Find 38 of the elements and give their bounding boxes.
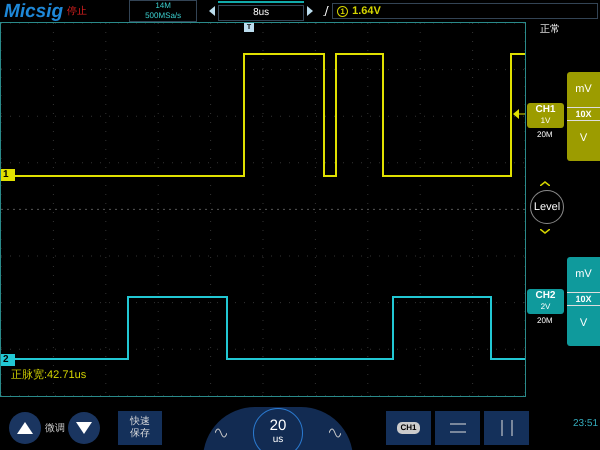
- channel-marker[interactable]: 1: [1, 169, 15, 181]
- timebase-field[interactable]: 8us: [218, 5, 304, 21]
- trigger-field[interactable]: 1 1.64V: [332, 3, 598, 19]
- run-state: 停止: [67, 4, 88, 18]
- channel-bandwidth: 20M: [537, 315, 553, 327]
- sample-rate: 500MSa/s: [145, 11, 182, 21]
- sine-wave-icon[interactable]: [215, 428, 227, 438]
- vertical-lines-button[interactable]: [484, 411, 529, 445]
- level-button[interactable]: Level: [530, 190, 564, 224]
- sine-wave-icon[interactable]: [329, 428, 341, 438]
- pulse-width-measurement: 正脉宽:42.71us: [11, 368, 86, 383]
- channel-marker[interactable]: 2: [1, 354, 15, 366]
- time-scale-value: 20: [270, 419, 286, 433]
- up-button[interactable]: [9, 412, 41, 444]
- chevron-down-icon[interactable]: [540, 229, 550, 234]
- channel-select-button[interactable]: CH1: [386, 411, 431, 445]
- rising-edge-icon: [323, 6, 330, 16]
- horizontal-lines-icon: [450, 423, 466, 433]
- triangle-down-icon: [76, 422, 92, 434]
- clock: 23:51: [573, 416, 598, 430]
- horizontal-lines-button[interactable]: [435, 411, 480, 445]
- quick-save-button[interactable]: 快速保存: [118, 411, 162, 445]
- time-scale-unit: us: [272, 433, 284, 447]
- right-arrow-icon[interactable]: [307, 6, 314, 16]
- trigger-level: 1.64V: [352, 4, 381, 19]
- memory-depth: 14M: [155, 1, 171, 11]
- channel-bandwidth: 20M: [537, 129, 553, 141]
- brand-logo: Micsig: [4, 2, 64, 20]
- fine-tune-label: 微调: [45, 422, 65, 436]
- chevron-up-icon[interactable]: [540, 181, 550, 186]
- triangle-up-icon: [17, 422, 33, 434]
- down-button[interactable]: [68, 412, 100, 444]
- time-scale-knob[interactable]: 20 us: [253, 408, 303, 450]
- trigger-mode: 正常: [540, 22, 560, 37]
- vertical-lines-icon: [500, 420, 512, 436]
- trigger-level-arrow-icon[interactable]: [513, 109, 525, 119]
- trigger-source: 1: [337, 6, 348, 16]
- timebase-dial[interactable]: 20 us: [203, 407, 353, 450]
